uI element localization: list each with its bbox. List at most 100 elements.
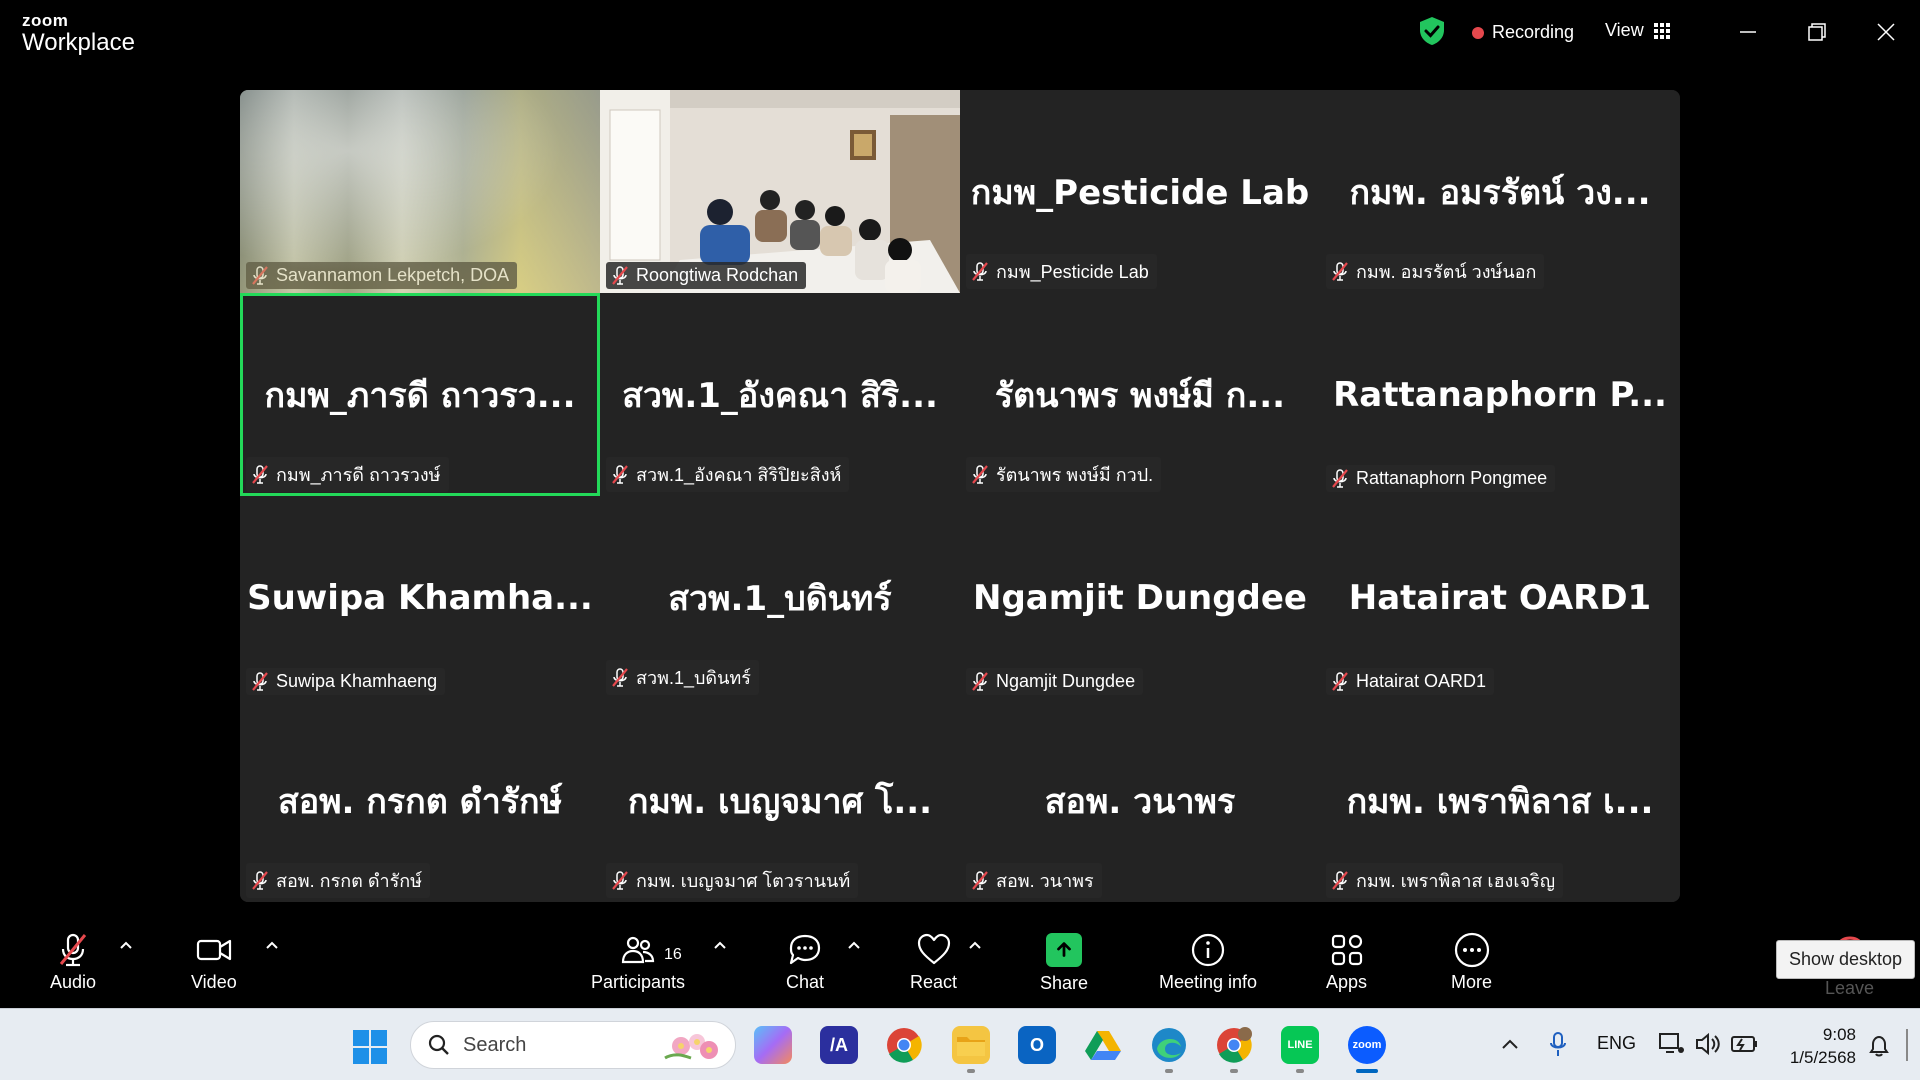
network-icon[interactable] [1658,1031,1686,1057]
participant-name-label: กมพ_Pesticide Lab [966,254,1157,289]
zoom-active-indicator [1356,1069,1378,1073]
edge-running-indicator [1165,1069,1173,1073]
tray-microphone-icon[interactable] [1548,1031,1568,1059]
apps-label: Apps [1326,972,1368,992]
participant-tile[interactable]: กมพ_ภารดี ถาวรว... กมพ_ภารดี ถาวรวงษ์ [240,293,600,496]
participant-tile[interactable]: รัตนาพร พงษ์มี ก... รัตนาพร พงษ์มี กวป. [960,293,1320,496]
mic-muted-icon [252,671,268,691]
participant-name-text: สวพ.1_บดินทร์ [636,668,751,688]
tray-overflow-chevron-icon[interactable] [1500,1035,1520,1055]
line-app-icon[interactable]: LINE [1281,1026,1319,1064]
participant-tile[interactable]: สอพ. วนาพร สอพ. วนาพร [960,699,1320,902]
restore-icon[interactable] [1803,18,1831,46]
zoom-app-icon[interactable]: zoom [1348,1026,1386,1064]
participant-tile[interactable]: กมพ_Pesticide Lab กมพ_Pesticide Lab [960,90,1320,293]
language-indicator[interactable]: ENG [1597,1033,1636,1054]
file-explorer-icon[interactable] [952,1026,990,1064]
chrome-profile-icon[interactable] [1215,1026,1253,1064]
security-shield-icon[interactable] [1418,16,1446,46]
chrome-icon[interactable] [885,1026,923,1064]
participant-name-label: Savannamon Lekpetch, DOA [246,262,518,289]
participant-tile[interactable]: สวพ.1_อังคณา สิริ... สวพ.1_อังคณา สิริปิย… [600,293,960,496]
participant-name-label: สอพ. กรกต ดำรักษ์ [246,863,431,898]
mic-muted-icon [1332,870,1348,890]
battery-icon[interactable] [1730,1033,1760,1055]
edge-icon[interactable] [1150,1026,1188,1064]
notification-bell-icon[interactable] [1866,1033,1892,1059]
chat-button[interactable]: Chat [785,930,825,993]
react-label: React [910,972,958,992]
participants-options-caret-icon[interactable] [713,940,727,950]
participant-tile[interactable]: Hatairat OARD1 Hatairat OARD1 [1320,496,1680,699]
video-options-caret-icon[interactable] [265,940,279,950]
search-highlight-flower-icon [664,1034,718,1060]
participant-tile[interactable]: Roongtiwa Rodchan [600,90,960,293]
participant-tile[interactable]: Suwipa Khamha... Suwipa Khamhaeng [240,496,600,699]
windows-start-icon[interactable] [352,1029,388,1065]
close-icon[interactable] [1872,18,1900,46]
participant-name-label: กมพ. เบญจมาศ โตวรานนท์ [606,863,859,898]
more-button[interactable]: More [1451,930,1492,993]
mic-muted-icon [252,265,268,285]
heart-icon [917,933,950,965]
vector-app-icon[interactable]: /A [820,1026,858,1064]
video-button[interactable]: Video [191,930,237,993]
outlook-icon[interactable]: O [1018,1026,1056,1064]
chrome-running-indicator [1230,1069,1238,1073]
recording-indicator[interactable]: Recording [1472,22,1574,43]
chat-icon [789,934,821,965]
participant-tile[interactable]: กมพ. อมรรัตน์ วง... กมพ. อมรรัตน์ วงษ์นอก [1320,90,1680,293]
show-desktop-edge[interactable] [1906,1029,1908,1061]
more-dots-icon [1454,932,1489,968]
mic-muted-icon [972,464,988,484]
view-button[interactable]: View [1605,20,1670,41]
taskbar-search[interactable]: Search [410,1021,736,1069]
show-desktop-tooltip: Show desktop [1776,940,1916,979]
participant-name-label: Roongtiwa Rodchan [606,262,807,289]
recording-label: Recording [1492,22,1575,42]
apps-icon [1331,934,1362,966]
share-button[interactable]: Share [1040,930,1088,994]
participant-tile[interactable]: Rattanaphorn P... Rattanaphorn Pongmee [1320,293,1680,496]
zoom-workplace-logo: zoom Workplace [22,12,135,55]
participant-name-label: สวพ.1_อังคณา สิริปิยะสิงห์ [606,457,850,492]
mic-muted-icon [612,265,628,285]
volume-icon[interactable] [1694,1031,1722,1057]
mic-muted-icon [972,671,988,691]
participant-name-text: Roongtiwa Rodchan [636,265,799,285]
participant-tile[interactable]: สวพ.1_บดินทร์ สวพ.1_บดินทร์ [600,496,960,699]
react-button[interactable]: React [910,930,957,993]
chat-options-caret-icon[interactable] [847,940,861,950]
participant-tile[interactable]: Savannamon Lekpetch, DOA [240,90,600,293]
participant-name-text: Rattanaphorn Pongmee [1356,468,1548,488]
title-bar: zoom Workplace Recording View [0,0,1920,66]
video-label: Video [191,972,237,992]
minimize-icon[interactable] [1734,18,1762,46]
participant-name-text: กมพ_ภารดี ถาวรวงษ์ [276,465,441,485]
participant-tile[interactable]: Ngamjit Dungdee Ngamjit Dungdee [960,496,1320,699]
explorer-running-indicator [967,1069,975,1073]
react-options-caret-icon[interactable] [968,940,982,950]
mic-muted-icon [59,933,87,967]
participant-name-label: Ngamjit Dungdee [966,668,1144,695]
participant-tile[interactable]: กมพ. เบญจมาศ โ... กมพ. เบญจมาศ โตวรานนท์ [600,699,960,902]
participant-name-label: รัตนาพร พงษ์มี กวป. [966,457,1162,492]
chat-label: Chat [785,972,825,992]
search-placeholder: Search [463,1033,527,1056]
leave-label[interactable]: Leave [1825,978,1874,999]
taskbar-clock[interactable]: 9:08 1/5/2568 [1776,1023,1856,1069]
clock-date: 1/5/2568 [1789,1048,1856,1067]
mic-muted-icon [1332,468,1348,488]
search-icon [428,1034,449,1055]
apps-button[interactable]: Apps [1326,930,1367,993]
participant-tile[interactable]: กมพ. เพราพิลาส เ... กมพ. เพราพิลาส เฮงเจร… [1320,699,1680,902]
audio-button[interactable]: Audio [50,930,96,993]
copilot-icon[interactable] [754,1026,792,1064]
audio-options-caret-icon[interactable] [119,940,133,950]
video-camera-icon [196,939,231,961]
logo-zoom-text: zoom [22,11,69,30]
participant-name-text: สอพ. กรกต ดำรักษ์ [276,871,423,891]
participant-tile[interactable]: สอพ. กรกต ดำรักษ์ สอพ. กรกต ดำรักษ์ [240,699,600,902]
meeting-info-button[interactable]: Meeting info [1159,930,1257,993]
google-drive-icon[interactable] [1084,1026,1122,1064]
